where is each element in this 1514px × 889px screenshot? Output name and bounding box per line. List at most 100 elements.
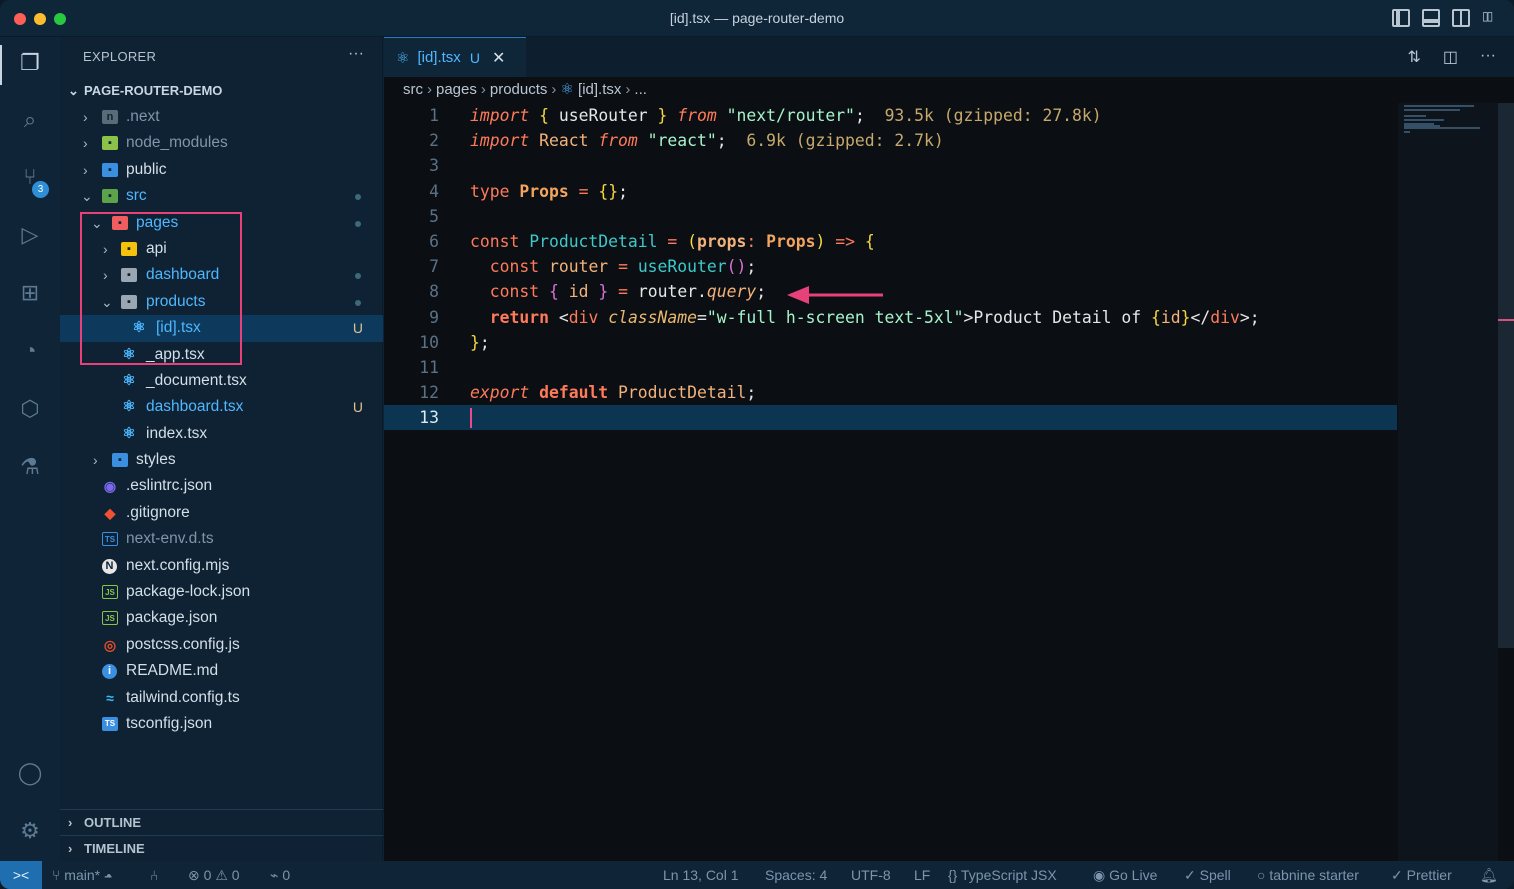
tree-item-next-config[interactable]: N next.config.mjs	[60, 553, 383, 579]
explorer-sidebar: EXPLORER ··· ⌄ PAGE-ROUTER-DEMO › n .next…	[60, 37, 383, 861]
editor-tabs: ⚛ [id].tsx U ✕ ⇅ ◫ ···	[384, 37, 1514, 77]
breadcrumb-pages[interactable]: pages	[436, 81, 477, 98]
tree-item-next[interactable]: › n .next	[60, 104, 383, 130]
ports-icon: ⌁	[270, 867, 283, 883]
cursor-position[interactable]: Ln 13, Col 1	[663, 861, 739, 889]
branch-status[interactable]: ⑂ main* ☁	[52, 861, 112, 889]
tab-id-tsx[interactable]: ⚛ [id].tsx U ✕	[384, 37, 526, 77]
close-tab-icon[interactable]: ✕	[492, 48, 505, 68]
chevron-down-icon: ⌄	[101, 293, 113, 310]
tree-item-products[interactable]: ⌄ ▪ products	[60, 289, 383, 315]
explorer-icon[interactable]: ❐	[16, 49, 44, 77]
prettier-status[interactable]: ✓ Prettier	[1391, 861, 1452, 889]
modified-dot	[355, 273, 361, 280]
tree-item-readme[interactable]: i README.md	[60, 658, 383, 684]
account-icon[interactable]: ◯	[16, 759, 44, 787]
problems-status[interactable]: ⊗ 0 ⚠ 0	[188, 861, 240, 889]
tree-item-id-tsx[interactable]: ⚛ [id].tsx U	[60, 315, 383, 342]
remote-explorer-icon[interactable]: ⬡	[16, 395, 44, 423]
more-actions-button[interactable]: ···	[348, 45, 364, 63]
tree-item-api[interactable]: › ▪ api	[60, 236, 383, 262]
annotation-arrow	[787, 286, 883, 304]
scrollbar-thumb[interactable]	[1498, 103, 1514, 648]
indentation[interactable]: Spaces: 4	[765, 861, 827, 889]
search-icon[interactable]: ⌕	[16, 106, 44, 134]
code-lines: 1 import { useRouter } from "next/router"…	[384, 103, 1397, 431]
error-icon: ⊗	[188, 867, 204, 883]
tree-item-package-json[interactable]: JS package.json	[60, 605, 383, 631]
toggle-primary-sidebar-icon[interactable]	[1392, 9, 1410, 27]
tree-item-src[interactable]: ⌄ ▪ src	[60, 183, 383, 209]
tailwind-icon: ≈	[106, 689, 114, 706]
timeline-panel-header[interactable]: › TIMELINE	[60, 835, 383, 861]
toggle-panel-icon[interactable]	[1422, 9, 1440, 27]
git-graph-icon[interactable]: ◔	[16, 337, 44, 365]
npm-icon: JS	[102, 585, 118, 600]
braces-icon: {}	[948, 867, 961, 883]
tsconfig-icon: TS	[102, 716, 118, 731]
tree-item-document-tsx[interactable]: ⚛ _document.tsx	[60, 368, 383, 394]
check-icon: ✓	[1391, 867, 1407, 883]
breadcrumb-file[interactable]: [id].tsx	[578, 81, 621, 98]
testing-icon[interactable]: ⚗	[16, 453, 44, 481]
tree-item-public[interactable]: › ▪ public	[60, 157, 383, 183]
status-bar: >< ⑂ main* ☁ ⑃ ⊗ 0 ⚠ 0 ⌁ 0 Ln 13, Col 1 …	[0, 861, 1514, 889]
code-line: 6 const ProductDetail = (props: Props) =>…	[429, 231, 875, 251]
react-icon: ⚛	[132, 319, 146, 337]
remote-indicator[interactable]: ><	[0, 861, 42, 889]
tree-item-pages[interactable]: ⌄ ▪ pages	[60, 210, 383, 236]
react-icon: ⚛	[560, 81, 579, 98]
language-mode[interactable]: {} TypeScript JSX	[948, 861, 1057, 889]
code-editor[interactable]: 1 import { useRouter } from "next/router"…	[384, 103, 1514, 861]
title-bar: [id].tsx — page-router-demo	[0, 0, 1514, 37]
tree-item-dashboard-folder[interactable]: › ▪ dashboard	[60, 262, 383, 288]
extensions-icon[interactable]: ⊞	[16, 279, 44, 307]
end-of-line[interactable]: LF	[914, 861, 930, 889]
folder-node-icon: ▪	[102, 136, 118, 151]
folder-icon: ▪	[121, 268, 137, 283]
editor-actions: ⇅ ◫ ···	[1407, 47, 1496, 67]
eslint-icon: ◉	[103, 478, 117, 495]
react-icon: ⚛	[396, 49, 410, 67]
code-line: 11	[419, 357, 439, 377]
chevron-right-icon: ›	[480, 81, 486, 98]
git-graph-status[interactable]: ⑃	[150, 861, 158, 889]
warning-icon: ⚠	[215, 867, 232, 883]
split-editor-icon[interactable]: ◫	[1443, 47, 1458, 67]
outline-panel-header[interactable]: › OUTLINE	[60, 809, 383, 835]
react-icon: ⚛	[122, 345, 136, 363]
tree-item-node-modules[interactable]: › ▪ node_modules	[60, 130, 383, 156]
tree-item-app-tsx[interactable]: ⚛ _app.tsx	[60, 342, 383, 368]
vertical-scrollbar[interactable]	[1498, 103, 1514, 861]
encoding[interactable]: UTF-8	[851, 861, 891, 889]
tree-item-tsconfig[interactable]: TS tsconfig.json	[60, 711, 383, 737]
toggle-secondary-sidebar-icon[interactable]	[1452, 9, 1470, 27]
go-live[interactable]: ◉ Go Live	[1093, 861, 1157, 889]
open-changes-icon[interactable]: ⇅	[1407, 47, 1420, 67]
tabnine-status[interactable]: ○ tabnine starter	[1257, 861, 1359, 889]
tree-item-index-tsx[interactable]: ⚛ index.tsx	[60, 421, 383, 447]
tree-item-tailwind[interactable]: ≈ tailwind.config.ts	[60, 685, 383, 711]
ports-status[interactable]: ⌁ 0	[270, 861, 290, 889]
settings-gear-icon[interactable]: ⚙	[16, 817, 44, 845]
notifications-bell-icon[interactable]: 🔔︎	[1480, 861, 1498, 889]
tree-item-dashboard-tsx[interactable]: ⚛ dashboard.tsx U	[60, 394, 383, 420]
react-icon: ⚛	[122, 398, 136, 416]
chevron-down-icon: ⌄	[91, 214, 103, 231]
customize-layout-icon[interactable]	[1482, 9, 1500, 27]
breadcrumb-symbol[interactable]: ...	[634, 81, 647, 98]
chevron-right-icon: ›	[103, 267, 108, 284]
tree-item-package-lock[interactable]: JS package-lock.json	[60, 579, 383, 605]
tree-item-styles[interactable]: › ▪ styles	[60, 447, 383, 473]
tree-item-postcss[interactable]: ◎ postcss.config.js	[60, 632, 383, 658]
tree-item-next-env[interactable]: TS next-env.d.ts	[60, 526, 383, 552]
spell-check[interactable]: ✓ Spell	[1184, 861, 1231, 889]
more-actions-icon[interactable]: ···	[1480, 47, 1496, 67]
run-debug-icon[interactable]: ▷	[16, 221, 44, 249]
tree-item-gitignore[interactable]: ◆ .gitignore	[60, 500, 383, 526]
minimap[interactable]	[1398, 103, 1498, 861]
breadcrumb-products[interactable]: products	[490, 81, 548, 98]
tree-item-eslintrc[interactable]: ◉ .eslintrc.json	[60, 473, 383, 499]
breadcrumb-src[interactable]: src	[403, 81, 423, 98]
project-root[interactable]: ⌄ PAGE-ROUTER-DEMO	[60, 79, 383, 103]
